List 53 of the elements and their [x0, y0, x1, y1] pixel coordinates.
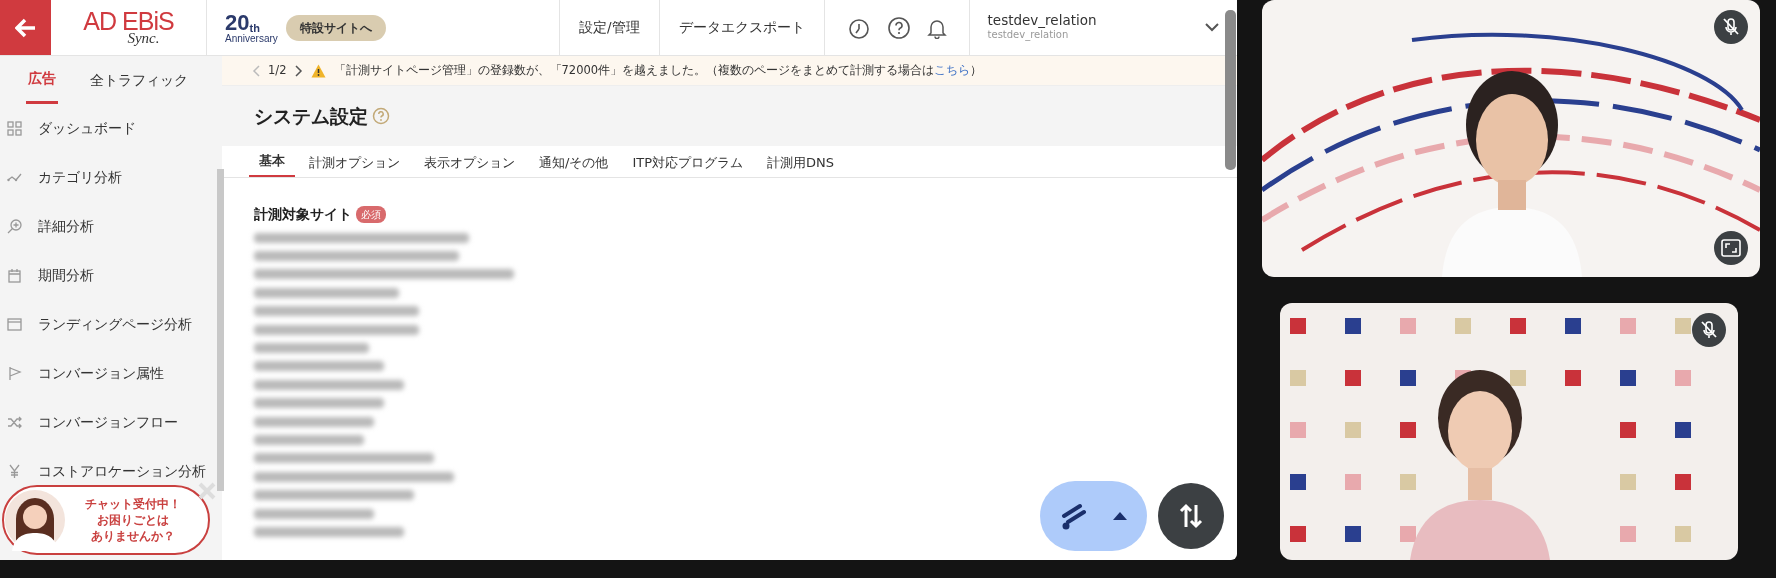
grid-icon [7, 121, 22, 136]
chevron-down-icon[interactable] [1205, 23, 1219, 32]
logo-subtext: Sync. [127, 31, 160, 46]
chat-message: チャット受付中！ お困りごとは ありませんか？ [84, 495, 182, 545]
settings-tab[interactable]: 通知/その他 [529, 152, 619, 177]
nav-link[interactable]: 設定/管理 [560, 0, 660, 55]
sidebar-item[interactable]: コンバージョンフロー [38, 412, 178, 433]
settings-tab[interactable]: 計測用DNS [757, 152, 844, 177]
back-button[interactable] [0, 0, 51, 55]
pen-icon [1059, 502, 1086, 530]
arrow-left-icon [14, 17, 37, 38]
scrollbar[interactable] [1225, 10, 1236, 170]
pager-text: 1/2 [268, 61, 287, 79]
sidebar-item[interactable]: 期間分析 [38, 265, 94, 286]
nav-link[interactable]: データエクスポート [659, 0, 825, 55]
logo-text: AD EBiS [83, 9, 174, 34]
anniversary-label: Anniversary [225, 33, 278, 44]
sidebar-item[interactable]: ダッシュボード [38, 118, 136, 139]
account-name: testdev_relation [987, 28, 1070, 43]
user-name: testdev_relation [987, 12, 1097, 28]
calendar-icon [7, 268, 22, 283]
settings-tab[interactable]: ITP対応プログラム [622, 152, 753, 177]
zoom-in-icon [7, 219, 22, 234]
settings-tab[interactable]: 基本 [249, 150, 295, 177]
shuffle-icon [7, 415, 22, 430]
sidebar-item[interactable]: ランディングページ分析 [38, 314, 192, 335]
chevron-right-icon[interactable] [294, 64, 303, 77]
flag-icon [7, 366, 22, 381]
sidebar-item[interactable]: カテゴリ分析 [38, 167, 122, 188]
sidebar-item[interactable]: コンバージョン属性 [38, 363, 164, 384]
section-label: 計測対象サイト [254, 205, 352, 224]
page-title: システム設定 [254, 103, 368, 129]
swap-arrows-icon [1179, 503, 1203, 529]
anniversary-suffix: th [249, 22, 260, 34]
special-site-button[interactable]: 特設サイトへ [285, 14, 386, 41]
sidebar-item[interactable]: 詳細分析 [38, 216, 94, 237]
caret-up-icon [1113, 512, 1128, 520]
sidebar-tab[interactable]: 全トラフィック [88, 64, 190, 104]
required-badge: 必須 [356, 205, 386, 223]
window-icon [7, 317, 22, 332]
sidebar-item[interactable]: コストアロケーション分析 [38, 461, 206, 482]
notice-link[interactable]: こちら [934, 62, 971, 77]
notice-message: 「計測サイトページ管理」の登録数が、「72000件」を越えました。（複数のページをまとめて計測する場合はこちら） [333, 61, 983, 79]
yen-icon [7, 464, 22, 479]
settings-tab[interactable]: 計測オプション [299, 152, 410, 177]
scrollbar[interactable] [217, 169, 224, 491]
chat-widget[interactable]: チャット受付中！ お困りごとは ありませんか？ [2, 485, 210, 555]
warning-icon [310, 63, 326, 78]
anniversary-number: 20 [225, 11, 250, 34]
person-figure [4, 489, 66, 551]
sidebar-tab[interactable]: 広告 [26, 64, 58, 104]
help-icon[interactable] [886, 15, 911, 40]
settings-tab[interactable]: 表示オプション [414, 152, 525, 177]
